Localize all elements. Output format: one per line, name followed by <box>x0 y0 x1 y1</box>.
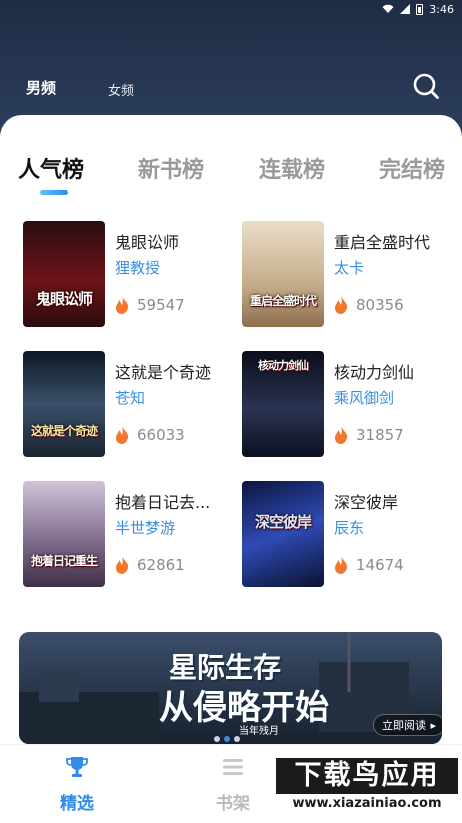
book-heat: 14674 <box>334 555 404 575</box>
book-heat: 62861 <box>115 555 185 575</box>
heat-count: 62861 <box>137 556 185 574</box>
book-card[interactable]: 核动力剑仙 核动力剑仙 乘风御剑 31857 <box>242 351 452 457</box>
banner-pagination <box>214 736 240 742</box>
book-title[interactable]: 这就是个奇迹 <box>115 359 211 383</box>
book-author[interactable]: 狸教授 <box>115 257 160 278</box>
nav-featured-label: 精选 <box>60 794 94 814</box>
tab-serial[interactable]: 连载榜 <box>259 152 325 184</box>
nav-bookshelf[interactable]: 书架 <box>188 745 278 823</box>
heat-count: 31857 <box>356 426 404 444</box>
book-heat: 66033 <box>115 425 185 445</box>
book-cover[interactable]: 核动力剑仙 <box>242 351 324 457</box>
nav-bookshelf-label: 书架 <box>216 794 250 814</box>
watermark-url: www.xiazainiao.com <box>276 796 458 811</box>
category-tab-female[interactable]: 女频 <box>108 80 134 99</box>
cover-title: 重启全盛时代 <box>249 294 317 308</box>
bookshelf-icon <box>223 759 243 775</box>
fire-icon <box>335 296 348 314</box>
book-heat: 59547 <box>115 295 185 315</box>
promo-banner[interactable]: 星际生存 从侵略开始 当年残月 立即阅读 ▸ <box>19 632 442 744</box>
book-title[interactable]: 鬼眼讼师 <box>115 229 179 253</box>
fire-icon <box>335 556 348 574</box>
cover-title: 抱着日记重生 <box>30 554 98 568</box>
book-cover[interactable]: 重启全盛时代 <box>242 221 324 327</box>
cover-title: 这就是个奇迹 <box>30 424 98 438</box>
status-time: 3:46 <box>429 2 454 16</box>
fire-icon <box>335 426 348 444</box>
pagination-dot[interactable] <box>214 736 220 742</box>
book-heat: 80356 <box>334 295 404 315</box>
play-arrow-icon: ▸ <box>430 718 436 732</box>
status-bar: 3:46 <box>382 0 454 18</box>
cover-title: 鬼眼讼师 <box>35 290 93 308</box>
trophy-icon <box>66 757 88 777</box>
tab-completed[interactable]: 完结榜 <box>379 152 445 184</box>
heat-count: 66033 <box>137 426 185 444</box>
book-cover[interactable]: 抱着日记重生 <box>23 481 105 587</box>
watermark-logo: 下载鸟应用 www.xiazainiao.com <box>276 758 458 818</box>
book-title[interactable]: 深空彼岸 <box>334 489 398 513</box>
book-cover[interactable]: 深空彼岸 <box>242 481 324 587</box>
book-title[interactable]: 抱着日记去... <box>115 489 210 513</box>
read-now-label: 立即阅读 <box>382 719 426 732</box>
heat-count: 59547 <box>137 296 185 314</box>
top-header: 3:46 男频 女频 <box>0 0 462 130</box>
search-icon[interactable] <box>412 72 440 100</box>
signal-icon <box>400 4 411 14</box>
book-author[interactable]: 乘风御剑 <box>334 387 394 408</box>
book-card[interactable]: 重启全盛时代 重启全盛时代 太卡 80356 <box>242 221 452 327</box>
book-author[interactable]: 辰东 <box>334 517 364 538</box>
cover-title: 核动力剑仙 <box>258 359 309 372</box>
tab-popular[interactable]: 人气榜 <box>18 152 84 184</box>
fire-icon <box>116 296 129 314</box>
book-title[interactable]: 核动力剑仙 <box>334 359 414 383</box>
book-card[interactable]: 鬼眼讼师 鬼眼讼师 狸教授 59547 <box>23 221 233 327</box>
fire-icon <box>116 426 129 444</box>
heat-count: 80356 <box>356 296 404 314</box>
pagination-dot-active[interactable] <box>224 736 230 742</box>
cover-title: 深空彼岸 <box>254 513 312 531</box>
active-tab-indicator <box>40 190 68 195</box>
tab-new[interactable]: 新书榜 <box>138 152 204 184</box>
book-card[interactable]: 抱着日记重生 抱着日记去... 半世梦游 62861 <box>23 481 233 587</box>
book-author[interactable]: 苍知 <box>115 387 145 408</box>
book-card[interactable]: 这就是个奇迹 这就是个奇迹 苍知 66033 <box>23 351 233 457</box>
book-cover[interactable]: 这就是个奇迹 <box>23 351 105 457</box>
heat-count: 14674 <box>356 556 404 574</box>
watermark-title: 下载鸟应用 <box>276 758 458 794</box>
book-heat: 31857 <box>334 425 404 445</box>
category-tab-male[interactable]: 男频 <box>26 77 56 98</box>
fire-icon <box>116 556 129 574</box>
book-cover[interactable]: 鬼眼讼师 <box>23 221 105 327</box>
pagination-dot[interactable] <box>234 736 240 742</box>
nav-featured[interactable]: 精选 <box>32 745 122 823</box>
wifi-icon <box>382 4 394 13</box>
read-now-button[interactable]: 立即阅读 ▸ <box>373 714 442 736</box>
book-author[interactable]: 太卡 <box>334 257 364 278</box>
book-title[interactable]: 重启全盛时代 <box>334 229 430 253</box>
book-author[interactable]: 半世梦游 <box>115 517 175 538</box>
book-card[interactable]: 深空彼岸 深空彼岸 辰东 14674 <box>242 481 452 587</box>
banner-subtitle: 当年残月 <box>239 726 279 737</box>
battery-icon <box>416 3 424 15</box>
